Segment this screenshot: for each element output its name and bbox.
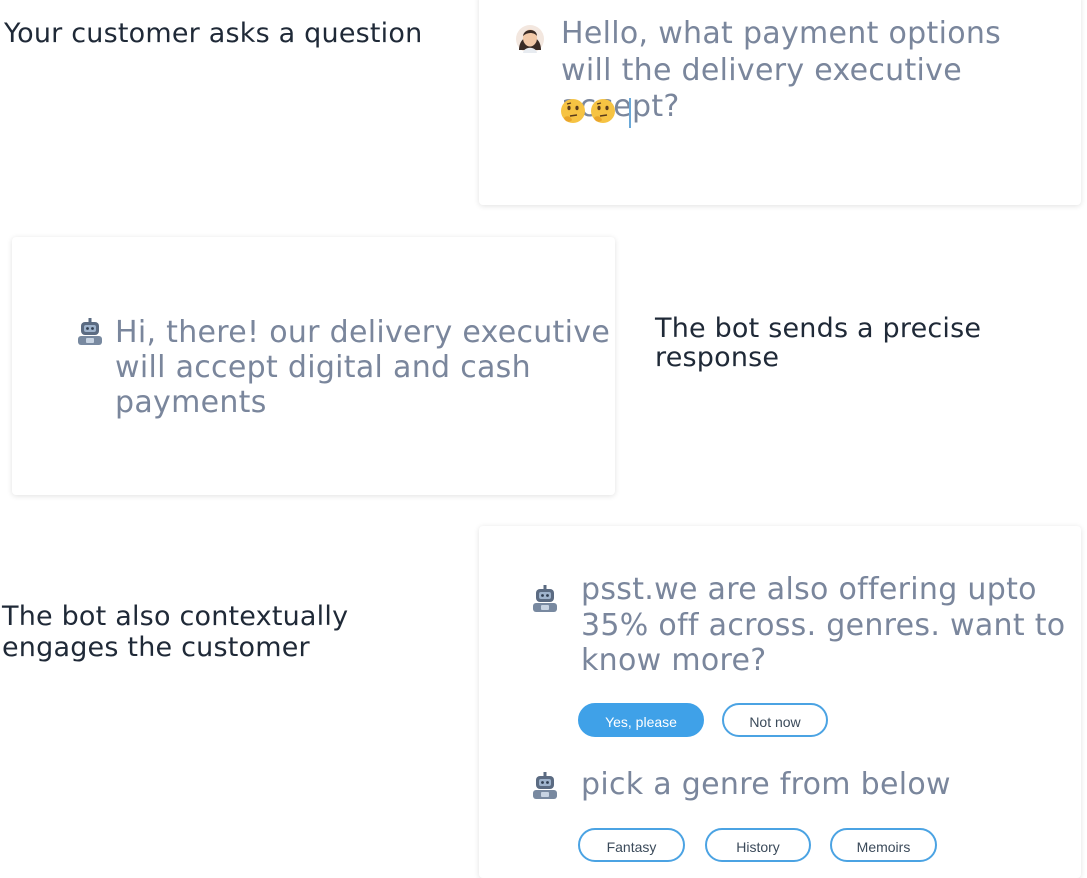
thinking-face-icon (591, 99, 615, 123)
customer-avatar-icon (516, 25, 544, 53)
robot-icon (533, 585, 557, 612)
genre-memoirs-button[interactable]: Memoirs (830, 828, 937, 862)
thinking-face-icon (561, 99, 585, 123)
yes-please-button[interactable]: Yes, please (578, 703, 704, 737)
bot-response-card: Hi, there! our delivery executive will a… (12, 237, 615, 495)
robot-icon (78, 318, 102, 345)
bot-offer-line-3: know more? (581, 643, 767, 678)
bot-response-line-1: Hi, there! our delivery executive (115, 315, 611, 350)
bot-engagement-card: psst.we are also offering upto 35% off a… (479, 526, 1081, 878)
bot-offer-line-1: psst.we are also offering upto (581, 572, 1037, 607)
not-now-button[interactable]: Not now (722, 703, 828, 737)
robot-icon (533, 772, 557, 799)
step3-caption-line-1: The bot also contextually (2, 601, 349, 632)
step1-caption: Your customer asks a question (4, 18, 423, 49)
bot-response-line-3: payments (115, 385, 267, 420)
step2-caption-line-1: The bot sends a precise (655, 313, 982, 344)
bot-offer-line-2: 35% off across. genres. want to (581, 608, 1066, 643)
step2-caption-line-2: response (655, 342, 780, 373)
bot-response-line-2: will accept digital and cash (115, 350, 531, 385)
step3-caption-line-2: engages the customer (2, 632, 310, 663)
text-cursor (629, 98, 631, 128)
genre-fantasy-button[interactable]: Fantasy (578, 828, 685, 862)
customer-message-line-1: Hello, what payment options (561, 16, 1002, 51)
genre-history-button[interactable]: History (705, 828, 811, 862)
customer-message-line-2: will the delivery executive accept? (561, 53, 962, 124)
genre-prompt: pick a genre from below (581, 767, 951, 802)
customer-message-card: Hello, what payment options will the del… (479, 0, 1081, 205)
